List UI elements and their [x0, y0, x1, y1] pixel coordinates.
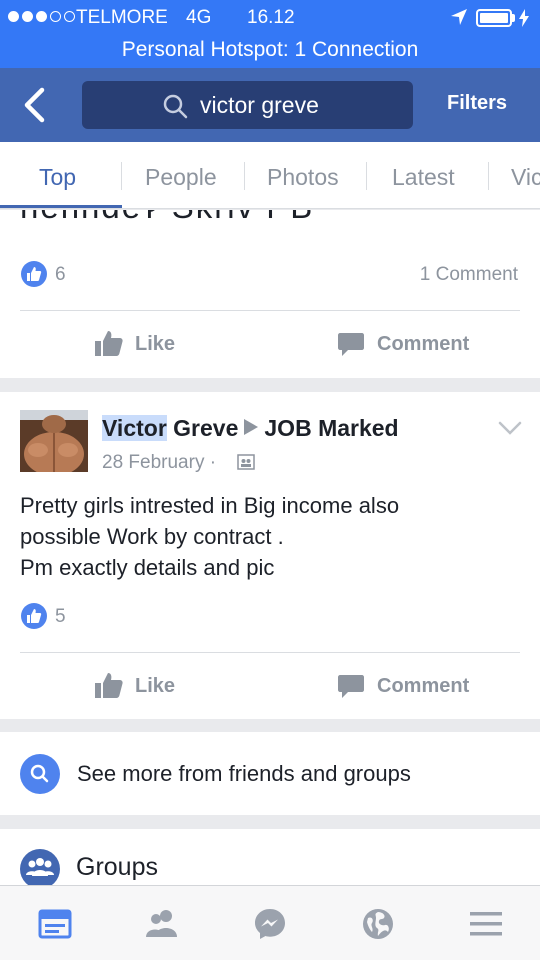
search-icon [163, 94, 188, 119]
like-reaction-icon [21, 261, 47, 287]
author-last-name[interactable]: Greve [173, 415, 238, 441]
comment-bubble-icon [338, 333, 364, 356]
groups-icon [20, 849, 60, 889]
like-thumb-icon [95, 673, 123, 698]
friends-icon[interactable] [144, 906, 180, 942]
bottom-tab-bar [0, 885, 540, 960]
signal-strength-icon [8, 11, 75, 22]
tab-people[interactable]: People [145, 164, 217, 191]
news-feed-icon[interactable] [37, 906, 73, 942]
meta-separator: · [209, 452, 217, 473]
like-thumb-icon [95, 331, 123, 356]
shared-to-arrow-icon [244, 419, 259, 435]
status-bar: TELMORE 4G 16.12 [0, 0, 540, 36]
post-card: nenndeʔ Skriv PB 6 1 Comment Like Commen… [0, 210, 540, 378]
divider [20, 310, 520, 311]
chevron-down-icon[interactable] [498, 420, 522, 436]
search-tabs: Top People Photos Latest Vic [0, 142, 540, 209]
active-tab-indicator [0, 205, 122, 208]
groups-section-header[interactable]: Groups [0, 829, 540, 889]
group-name[interactable]: JOB Marked [264, 415, 398, 441]
tab-latest[interactable]: Latest [392, 164, 455, 191]
search-circle-icon [20, 754, 60, 794]
groups-title: Groups [76, 853, 158, 881]
like-button[interactable]: Like [135, 675, 175, 698]
avatar[interactable] [20, 410, 88, 472]
post-line: Pretty girls intrested in Big income als… [20, 493, 400, 518]
post-card: Victor Greve JOB Marked 28 February · Pre… [0, 392, 540, 719]
like-button[interactable]: Like [135, 333, 175, 356]
tab-top[interactable]: Top [39, 164, 76, 191]
comment-bubble-icon [338, 675, 364, 698]
location-arrow-icon [451, 9, 467, 25]
status-time: 16.12 [247, 7, 295, 28]
author-first-name[interactable]: Victor [102, 415, 167, 441]
post-text-cut: nenndeʔ Skriv PB [20, 210, 314, 226]
group-privacy-icon [237, 454, 255, 470]
like-reaction-icon [21, 603, 47, 629]
see-more-label[interactable]: See more from friends and groups [77, 761, 411, 787]
post-line: possible Work by contract . [20, 524, 284, 549]
carrier-name: TELMORE [76, 7, 168, 28]
post-line: Pm exactly details and pic [20, 555, 275, 580]
messenger-icon[interactable] [252, 906, 288, 942]
divider [20, 652, 520, 653]
comment-button[interactable]: Comment [377, 333, 469, 356]
like-count[interactable]: 6 [55, 264, 66, 286]
search-nav-bar: victor greve Filters [0, 68, 540, 142]
post-meta: 28 February · [102, 452, 216, 474]
network-type: 4G [186, 7, 212, 28]
battery-icon [476, 9, 512, 27]
menu-icon[interactable] [468, 906, 504, 942]
battery-tip [512, 14, 515, 22]
see-more-row[interactable]: See more from friends and groups [0, 732, 540, 815]
tab-videos[interactable]: Vic [511, 164, 540, 191]
search-query: victor greve [200, 92, 319, 118]
hotspot-banner[interactable]: Personal Hotspot: 1 Connection [0, 36, 540, 68]
comment-button[interactable]: Comment [377, 675, 469, 698]
comment-count[interactable]: 1 Comment [420, 264, 518, 286]
charging-bolt-icon [519, 9, 529, 27]
like-count[interactable]: 5 [55, 606, 66, 628]
post-date[interactable]: 28 February [102, 452, 204, 473]
back-chevron-icon[interactable] [18, 87, 52, 123]
filters-button[interactable]: Filters [447, 92, 507, 115]
globe-icon[interactable] [360, 906, 396, 942]
post-author[interactable]: Victor Greve JOB Marked [102, 415, 399, 442]
tab-photos[interactable]: Photos [267, 164, 339, 191]
post-body: Pretty girls intrested in Big income als… [20, 490, 520, 583]
search-input[interactable]: victor greve [82, 81, 413, 129]
